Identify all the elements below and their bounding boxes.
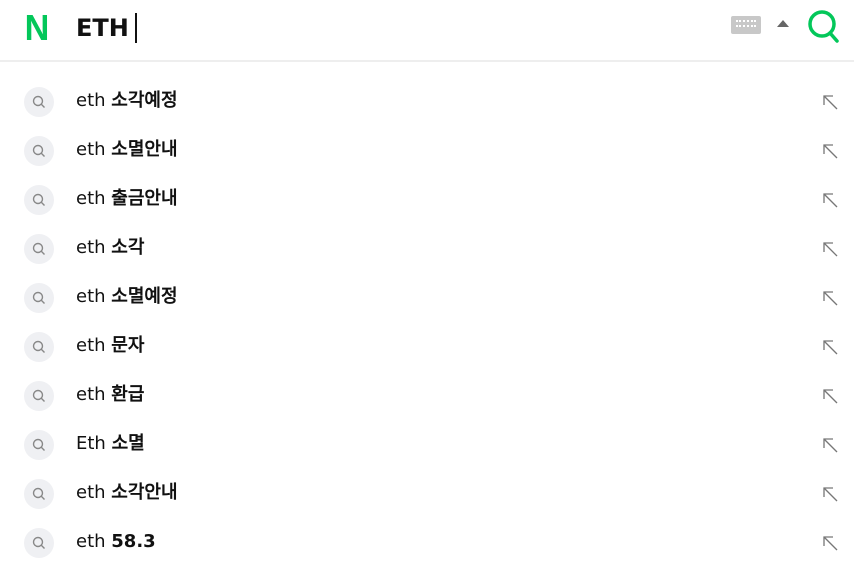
suggestion-item[interactable]: Eth 소멸	[0, 420, 854, 469]
fill-query-arrow-icon[interactable]	[820, 92, 840, 112]
suggestion-text: Eth 소멸	[76, 432, 145, 456]
search-icon	[24, 528, 54, 558]
suggestion-prefix: eth	[76, 188, 106, 209]
search-icon	[808, 10, 839, 43]
suggestion-suffix: 소각안내	[111, 482, 178, 503]
suggestion-item[interactable]: eth 소각안내	[0, 469, 854, 518]
suggestion-item[interactable]: eth 소멸안내	[0, 126, 854, 175]
suggestion-item[interactable]: eth 소각	[0, 224, 854, 273]
suggestion-prefix: eth	[76, 139, 106, 160]
suggestion-item[interactable]: eth 58.3	[0, 518, 854, 567]
search-icon	[24, 136, 54, 166]
suggestion-text: eth 소각안내	[76, 481, 178, 505]
suggestion-prefix: eth	[76, 237, 106, 258]
fill-query-arrow-icon[interactable]	[820, 435, 840, 455]
suggestion-prefix: eth	[76, 531, 106, 552]
fill-query-arrow-icon[interactable]	[820, 533, 840, 553]
fill-query-arrow-icon[interactable]	[820, 190, 840, 210]
suggestion-item[interactable]: eth 문자	[0, 322, 854, 371]
suggestion-text: eth 소멸예정	[76, 285, 178, 309]
suggestion-text: eth 소각	[76, 236, 144, 260]
search-icon	[24, 283, 54, 313]
suggestion-suffix: 출금안내	[111, 188, 178, 209]
text-cursor	[134, 13, 137, 43]
fill-query-arrow-icon[interactable]	[820, 288, 840, 308]
suggestion-prefix: eth	[76, 482, 106, 503]
suggestion-prefix: eth	[76, 335, 106, 356]
search-icon	[24, 185, 54, 215]
suggestion-suffix: 소멸	[111, 433, 145, 454]
search-query-text: ETH	[76, 14, 129, 42]
suggestion-item[interactable]: eth 출금안내	[0, 175, 854, 224]
suggestion-list: eth 소각예정 eth 소멸안내 eth 출금안내 eth 소각 eth 소멸예정 et…	[0, 77, 854, 567]
suggestion-prefix: eth	[76, 90, 106, 111]
search-icon	[24, 332, 54, 362]
suggestion-prefix: eth	[76, 384, 106, 405]
search-icon	[24, 87, 54, 117]
fill-query-arrow-icon[interactable]	[820, 239, 840, 259]
suggestion-suffix: 문자	[111, 335, 145, 356]
search-icon	[24, 234, 54, 264]
search-icon	[24, 479, 54, 509]
search-icon	[24, 430, 54, 460]
suggestion-suffix: 환급	[111, 384, 145, 405]
search-header: N ETH	[0, 0, 854, 62]
fill-query-arrow-icon[interactable]	[820, 484, 840, 504]
fill-query-arrow-icon[interactable]	[820, 337, 840, 357]
suggestion-suffix: 소멸안내	[111, 139, 178, 160]
suggestion-suffix: 소멸예정	[111, 286, 178, 307]
suggestion-suffix: 소각	[111, 237, 145, 258]
search-button[interactable]	[806, 8, 842, 44]
suggestion-text: eth 소멸안내	[76, 138, 178, 162]
suggestion-item[interactable]: eth 환급	[0, 371, 854, 420]
search-icon	[24, 381, 54, 411]
fill-query-arrow-icon[interactable]	[820, 386, 840, 406]
naver-logo[interactable]: N	[25, 10, 50, 46]
suggestion-suffix: 소각예정	[111, 90, 178, 111]
suggestion-prefix: eth	[76, 286, 106, 307]
suggestion-item[interactable]: eth 소멸예정	[0, 273, 854, 322]
suggestion-suffix: 58.3	[111, 531, 156, 552]
collapse-arrow-icon[interactable]	[777, 20, 789, 27]
suggestion-text: eth 출금안내	[76, 187, 178, 211]
suggestion-text: eth 소각예정	[76, 89, 178, 113]
suggestion-text: eth 문자	[76, 334, 144, 358]
suggestion-item[interactable]: eth 소각예정	[0, 77, 854, 126]
fill-query-arrow-icon[interactable]	[820, 141, 840, 161]
suggestion-prefix: Eth	[76, 433, 106, 454]
suggestion-text: eth 58.3	[76, 530, 156, 554]
search-input[interactable]: ETH	[76, 12, 137, 44]
suggestion-text: eth 환급	[76, 383, 144, 407]
keyboard-icon[interactable]	[731, 16, 761, 34]
